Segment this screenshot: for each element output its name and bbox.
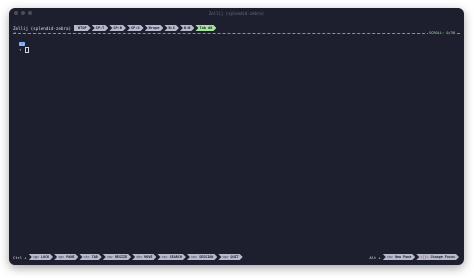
session-label: SESSION <box>199 255 214 259</box>
resize-key[interactable]: <n> RESIZE <box>103 254 131 260</box>
tab-b-s[interactable]: B:S <box>164 25 179 31</box>
quit-shortcut: <q> <box>222 255 229 259</box>
terminal-pane[interactable]: • SCROLL: 0/38 ~ ↑ <box>13 31 460 256</box>
search-shortcut: <s> <box>161 255 168 259</box>
tab-sp-t[interactable]: SP:T <box>92 25 109 31</box>
session-name: Zellij (splendid-zebra) <box>13 25 71 31</box>
lock-shortcut: <g> <box>32 255 39 259</box>
tab-btop[interactable]: BTOP <box>74 25 91 31</box>
prompt-line[interactable]: ↑ <box>19 47 29 53</box>
tab-label: TAB <box>91 255 98 259</box>
prompt-symbol: ↑ <box>19 47 22 52</box>
resize-label: RESIZE <box>114 255 128 259</box>
titlebar: Zellij (splendid-zebra) <box>9 8 464 18</box>
tab-sp-b[interactable]: SP:B <box>109 25 126 31</box>
ctrl-mode-label: Ctrl + <box>13 254 27 260</box>
move-label: MOVE <box>144 255 153 259</box>
status-bar: Ctrl + <g> LOCK <p> PANE <t> TAB <n> RES… <box>13 254 460 260</box>
search-label: SEARCH <box>169 255 182 259</box>
quit-key[interactable]: <q> QUIT <box>218 254 242 260</box>
pane-key[interactable]: <p> PANE <box>54 254 78 260</box>
move-key[interactable]: <h> MOVE <box>132 254 156 260</box>
tab-brope[interactable]: Brope <box>145 25 164 31</box>
change-focus-key[interactable]: <[]> Change Focus <box>416 254 459 260</box>
tab-b-b[interactable]: B:B <box>180 25 195 31</box>
text-cursor <box>24 47 29 53</box>
new-pane-shortcut: <n> <box>386 255 393 259</box>
lock-label: LOCK <box>40 255 50 259</box>
pane-frame-mark: • <box>14 31 17 35</box>
lock-key[interactable]: <g> LOCK <box>29 254 53 260</box>
move-shortcut: <h> <box>136 255 143 259</box>
tab-8[interactable]: Tab #8 <box>195 25 216 31</box>
scroll-value: 0/38 <box>446 31 455 35</box>
new-pane-label: New Pane <box>394 255 412 259</box>
tab-key[interactable]: <t> TAB <box>79 254 101 260</box>
quit-label: QUIT <box>230 255 239 259</box>
session-key[interactable]: <o> SESSION <box>187 254 217 260</box>
search-key[interactable]: <s> SEARCH <box>157 254 185 260</box>
window-title: Zellij (splendid-zebra) <box>208 10 265 16</box>
resize-shortcut: <n> <box>106 255 113 259</box>
minimize-window-button[interactable] <box>21 11 25 15</box>
tab-shortcut: <t> <box>83 255 90 259</box>
tab-sp-s[interactable]: SP:S <box>127 25 144 31</box>
close-window-button[interactable] <box>14 11 18 15</box>
scroll-label: SCROLL: <box>429 31 445 35</box>
pane-label: PANE <box>66 255 75 259</box>
session-shortcut: <o> <box>190 255 198 259</box>
change-focus-shortcut: <[]> <box>420 255 429 259</box>
terminal-window: Zellij (splendid-zebra) Zellij (splendid… <box>9 8 464 265</box>
new-pane-key[interactable]: <n> New Pane <box>383 254 416 260</box>
pane-shortcut: <p> <box>58 255 65 259</box>
alt-mode-label: Alt + <box>369 254 381 260</box>
tab-bar: Zellij (splendid-zebra) BTOP SP:T SP:B S… <box>13 25 216 31</box>
maximize-window-button[interactable] <box>28 11 32 15</box>
prompt-directory-badge: ~ <box>19 42 26 46</box>
window-controls <box>14 11 32 15</box>
scroll-indicator: SCROLL: 0/38 <box>428 31 456 35</box>
change-focus-label: Change Focus <box>430 255 455 259</box>
